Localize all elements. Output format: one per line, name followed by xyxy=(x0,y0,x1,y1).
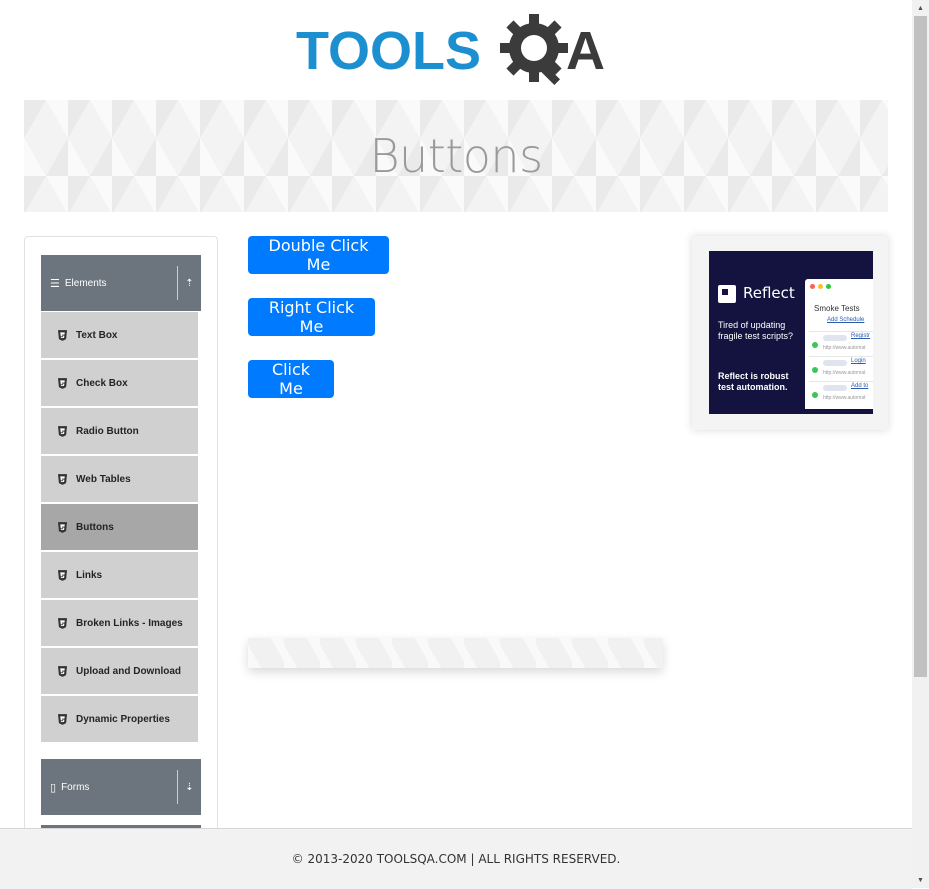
sidebar-item-buttons[interactable]: Buttons xyxy=(41,504,198,550)
double-click-button[interactable]: Double Click Me xyxy=(248,236,389,274)
ad-row-url: http://www.automat xyxy=(823,395,866,401)
ad-text-tagline: Tired of updating fragile test scripts? xyxy=(718,320,794,341)
group-label: Forms xyxy=(61,781,90,793)
ad-screenshot-panel: Smoke Tests Add Schedule Registr http://… xyxy=(805,279,873,409)
ad-row: Add to http://www.automat xyxy=(809,381,873,406)
logo-text-a: A xyxy=(566,21,605,81)
scroll-down-icon[interactable]: ▼ xyxy=(912,872,929,888)
ad-brand: Reflect xyxy=(743,284,795,302)
html5-icon xyxy=(58,425,67,437)
ad-row-url: http://www.automat xyxy=(823,345,866,351)
ad-container[interactable]: Reflect Tired of updating fragile test s… xyxy=(692,236,888,430)
sidebar-item-web-tables[interactable]: Web Tables xyxy=(41,456,198,502)
click-me-button[interactable]: Click Me xyxy=(248,360,334,398)
sidebar-item-label: Dynamic Properties xyxy=(76,713,170,725)
ad-row: Login http://www.automat xyxy=(809,356,873,381)
html5-icon xyxy=(58,329,67,341)
logo-text-tools: TOOLS xyxy=(296,21,481,81)
hamburger-icon: ☰ xyxy=(50,277,60,290)
scrollbar-thumb[interactable] xyxy=(914,16,927,677)
html5-icon xyxy=(58,473,67,485)
right-click-button[interactable]: Right Click Me xyxy=(248,298,375,336)
ad-row-name: Login xyxy=(851,358,866,364)
sidebar-item-label: Web Tables xyxy=(76,473,131,485)
ad-text-pitch: Reflect is robust test automation. xyxy=(718,371,789,392)
sidebar-item-label: Buttons xyxy=(76,521,114,533)
sidebar-item-label: Links xyxy=(76,569,103,581)
html5-icon xyxy=(58,617,67,629)
reflect-logo-icon xyxy=(718,285,736,303)
footer-copyright: © 2013-2020 TOOLSQA.COM | ALL RIGHTS RES… xyxy=(291,852,621,866)
sidebar-item-text-box[interactable]: Text Box xyxy=(41,312,198,358)
ad-panel-title: Smoke Tests xyxy=(814,304,860,313)
ad-row-name: Registr xyxy=(851,333,871,339)
sidebar-item-label: Broken Links - Images xyxy=(76,617,183,629)
sidebar-item-upload-download[interactable]: Upload and Download xyxy=(41,648,198,694)
sidebar-item-dynamic-properties[interactable]: Dynamic Properties xyxy=(41,696,198,742)
html5-icon xyxy=(58,713,67,725)
html5-icon xyxy=(58,569,67,581)
ad-panel-link: Add Schedule xyxy=(827,317,865,323)
elements-menu-list: Text Box Check Box Radio Button Web Tabl… xyxy=(41,312,198,744)
sidebar: ☰ Elements ⇡ Text Box Check Box Radio Bu… xyxy=(24,236,218,858)
reflect-ad[interactable]: Reflect Tired of updating fragile test s… xyxy=(709,251,873,414)
sidebar-item-label: Check Box xyxy=(76,377,128,389)
page-banner: Buttons xyxy=(24,100,888,212)
sidebar-item-radio-button[interactable]: Radio Button xyxy=(41,408,198,454)
ad-row: Registr http://www.automat xyxy=(809,331,873,356)
scroll-up-icon[interactable]: ▲ xyxy=(912,0,929,16)
sidebar-item-label: Text Box xyxy=(76,329,118,341)
group-label: Elements xyxy=(64,277,107,289)
sidebar-item-links[interactable]: Links xyxy=(41,552,198,598)
group-header-forms[interactable]: ▯ Forms ⇣ xyxy=(41,759,201,815)
document-icon: ▯ xyxy=(50,781,57,794)
sidebar-item-label: Radio Button xyxy=(76,425,139,437)
group-header-elements[interactable]: ☰ Elements ⇡ xyxy=(41,255,201,311)
sidebar-item-check-box[interactable]: Check Box xyxy=(41,360,198,406)
expand-arrow-icon[interactable]: ⇣ xyxy=(177,770,201,804)
gear-icon xyxy=(500,14,568,86)
html5-icon xyxy=(58,377,67,389)
sidebar-item-broken-links[interactable]: Broken Links - Images xyxy=(41,600,198,646)
sidebar-item-label: Upload and Download xyxy=(76,665,181,677)
collapse-arrow-icon[interactable]: ⇡ xyxy=(177,266,201,300)
vertical-scrollbar[interactable]: ▲ ▼ xyxy=(912,0,929,888)
toolsqa-logo[interactable]: TOOLS A xyxy=(296,14,626,92)
page-title: Buttons xyxy=(369,129,543,183)
html5-icon xyxy=(58,665,67,677)
html5-icon xyxy=(58,521,67,533)
footer: © 2013-2020 TOOLSQA.COM | ALL RIGHTS RES… xyxy=(0,828,912,889)
ad-row-url: http://www.automat xyxy=(823,370,866,376)
bottom-ad-strip[interactable] xyxy=(248,638,663,668)
ad-row-name: Add to xyxy=(851,383,869,389)
